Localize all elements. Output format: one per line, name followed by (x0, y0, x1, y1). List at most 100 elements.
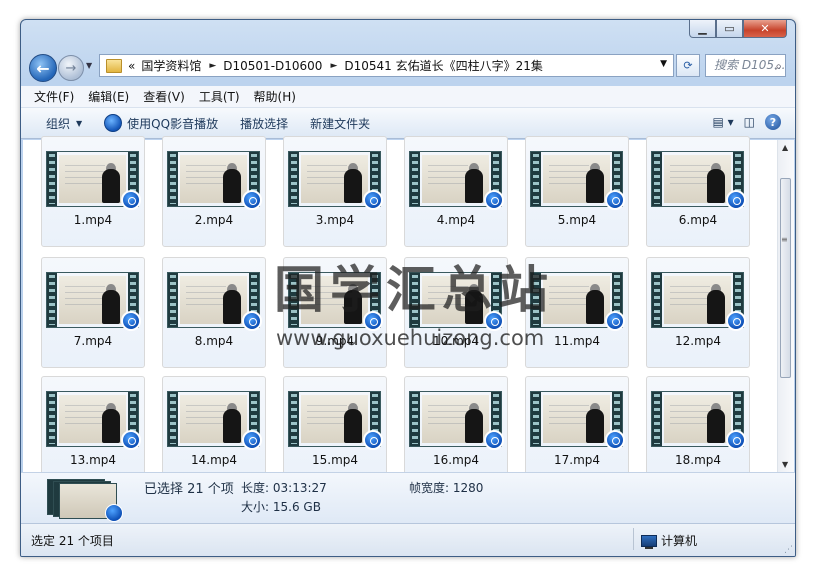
status-bar: 选定 21 个项目 计算机 ⋰ (21, 523, 795, 556)
minimize-icon: ▁ (698, 22, 707, 35)
play-selection-label: 播放选择 (240, 116, 289, 131)
breadcrumb-item[interactable]: D10541 玄佑道长《四柱八字》21集 (344, 57, 543, 74)
back-button[interactable]: ← (29, 54, 57, 82)
menu-edit[interactable]: 编辑(E) (88, 88, 129, 105)
scroll-up-icon[interactable]: ▲ (782, 143, 788, 152)
qq-player-icon (242, 190, 262, 210)
preview-pane-button[interactable]: ◫ (744, 115, 755, 129)
new-folder-button[interactable]: 新建文件夹 (310, 115, 370, 132)
file-item[interactable]: 15.mp4 (283, 376, 387, 487)
frame-width-row: 帧宽度: 1280 (409, 479, 483, 496)
close-button[interactable]: ✕ (743, 20, 787, 38)
frame-width-label: 帧宽度: (409, 481, 450, 495)
arrow-left-icon: ← (36, 58, 50, 78)
breadcrumb-item[interactable]: D10501-D10600 (223, 59, 322, 73)
file-name: 2.mp4 (194, 213, 234, 227)
qq-player-icon (726, 311, 746, 331)
qq-player-icon (363, 190, 383, 210)
watermark-url: www.guoxuehuizong.com (276, 326, 545, 350)
menu-bar: 文件(F) 编辑(E) 查看(V) 工具(T) 帮助(H) (21, 86, 795, 108)
file-item[interactable]: 17.mp4 (525, 376, 629, 487)
computer-icon (641, 534, 657, 549)
length-value: 03:13:27 (272, 481, 327, 495)
file-name: 15.mp4 (311, 453, 359, 467)
command-bar: 组织 ▼ 使用QQ影音播放 播放选择 新建文件夹 ▤ ▾ ◫ ? (21, 108, 795, 139)
computer-zone: 计算机 (641, 532, 697, 549)
scroll-down-icon[interactable]: ▼ (782, 460, 788, 469)
length-label: 长度: (241, 481, 270, 495)
qq-player-icon (105, 504, 123, 522)
file-item[interactable]: 8.mp4 (162, 257, 266, 368)
search-input[interactable]: 搜索 D105... ⌕ (705, 54, 786, 77)
size-label: 大小: (241, 500, 270, 514)
file-name: 18.mp4 (674, 453, 722, 467)
arrow-right-icon: → (65, 60, 77, 76)
file-item[interactable]: 14.mp4 (162, 376, 266, 487)
search-icon[interactable]: ⌕ (775, 56, 782, 76)
file-name: 8.mp4 (194, 334, 234, 348)
qq-player-icon (484, 430, 504, 450)
file-item[interactable]: 3.mp4 (283, 136, 387, 247)
file-item[interactable]: 6.mp4 (646, 136, 750, 247)
file-item[interactable]: 13.mp4 (41, 376, 145, 487)
explorer-window: ▁ ▭ ✕ ← → ▼ « 国学资料馆 ► D10501-D10600 ► D1… (20, 19, 796, 557)
qq-player-icon (605, 311, 625, 331)
file-name: 14.mp4 (190, 453, 238, 467)
breadcrumb-separator-icon[interactable]: ► (330, 61, 337, 71)
recent-pages-dropdown[interactable]: ▼ (86, 61, 92, 70)
forward-button[interactable]: → (58, 55, 84, 81)
file-item[interactable]: 2.mp4 (162, 136, 266, 247)
selection-count: 已选择 21 个项 (144, 482, 234, 497)
file-name: 4.mp4 (436, 213, 476, 227)
change-view-button[interactable]: ▤ ▾ (712, 115, 733, 129)
status-text: 选定 21 个项目 (31, 534, 114, 548)
organize-button[interactable]: 组织 ▼ (46, 115, 82, 132)
caption-buttons: ▁ ▭ ✕ (689, 20, 787, 38)
menu-tools[interactable]: 工具(T) (199, 88, 240, 105)
qq-player-icon (726, 190, 746, 210)
folder-icon (106, 58, 122, 73)
view-controls: ▤ ▾ ◫ ? (712, 114, 781, 130)
computer-label: 计算机 (661, 534, 698, 548)
menu-view[interactable]: 查看(V) (143, 88, 185, 105)
scrollbar-thumb[interactable] (780, 178, 791, 378)
address-dropdown-icon[interactable]: ▼ (660, 59, 667, 69)
file-name: 17.mp4 (553, 453, 601, 467)
breadcrumb-item[interactable]: 国学资料馆 (141, 57, 201, 74)
breadcrumb-separator-icon[interactable]: ► (209, 61, 216, 71)
file-item[interactable]: 7.mp4 (41, 257, 145, 368)
maximize-button[interactable]: ▭ (716, 20, 743, 38)
qq-player-icon (363, 430, 383, 450)
file-item[interactable]: 18.mp4 (646, 376, 750, 487)
maximize-icon: ▭ (724, 22, 735, 35)
file-item[interactable]: 16.mp4 (404, 376, 508, 487)
watermark-title: 国学汇总站 (274, 260, 554, 319)
address-bar[interactable]: « 国学资料馆 ► D10501-D10600 ► D10541 玄佑道长《四柱… (99, 54, 674, 77)
file-item[interactable]: 1.mp4 (41, 136, 145, 247)
qq-player-icon (121, 190, 141, 210)
qq-player-icon (484, 190, 504, 210)
play-qq-label: 使用QQ影音播放 (127, 116, 219, 131)
status-separator (633, 528, 634, 550)
file-name: 6.mp4 (678, 213, 718, 227)
resize-grip-icon[interactable]: ⋰ (784, 545, 793, 555)
minimize-button[interactable]: ▁ (689, 20, 716, 38)
play-with-qq-button[interactable]: 使用QQ影音播放 (104, 114, 218, 132)
file-item[interactable]: 4.mp4 (404, 136, 508, 247)
length-row: 长度: 03:13:27 (241, 479, 327, 496)
menu-help[interactable]: 帮助(H) (254, 88, 296, 105)
help-icon[interactable]: ? (765, 114, 781, 130)
play-selection-button[interactable]: 播放选择 (240, 115, 288, 132)
menu-file[interactable]: 文件(F) (34, 88, 74, 105)
refresh-button[interactable]: ⟳ (676, 54, 700, 77)
organize-label: 组织 (46, 116, 71, 131)
file-item[interactable]: 5.mp4 (525, 136, 629, 247)
file-name: 3.mp4 (315, 213, 355, 227)
file-name: 13.mp4 (69, 453, 117, 467)
qq-player-icon (605, 190, 625, 210)
size-value: 15.6 GB (272, 500, 321, 514)
breadcrumb-overflow[interactable]: « (128, 59, 135, 73)
new-folder-label: 新建文件夹 (310, 116, 371, 131)
file-item[interactable]: 12.mp4 (646, 257, 750, 368)
vertical-scrollbar[interactable]: ▲ ≡ ▼ (777, 140, 794, 472)
